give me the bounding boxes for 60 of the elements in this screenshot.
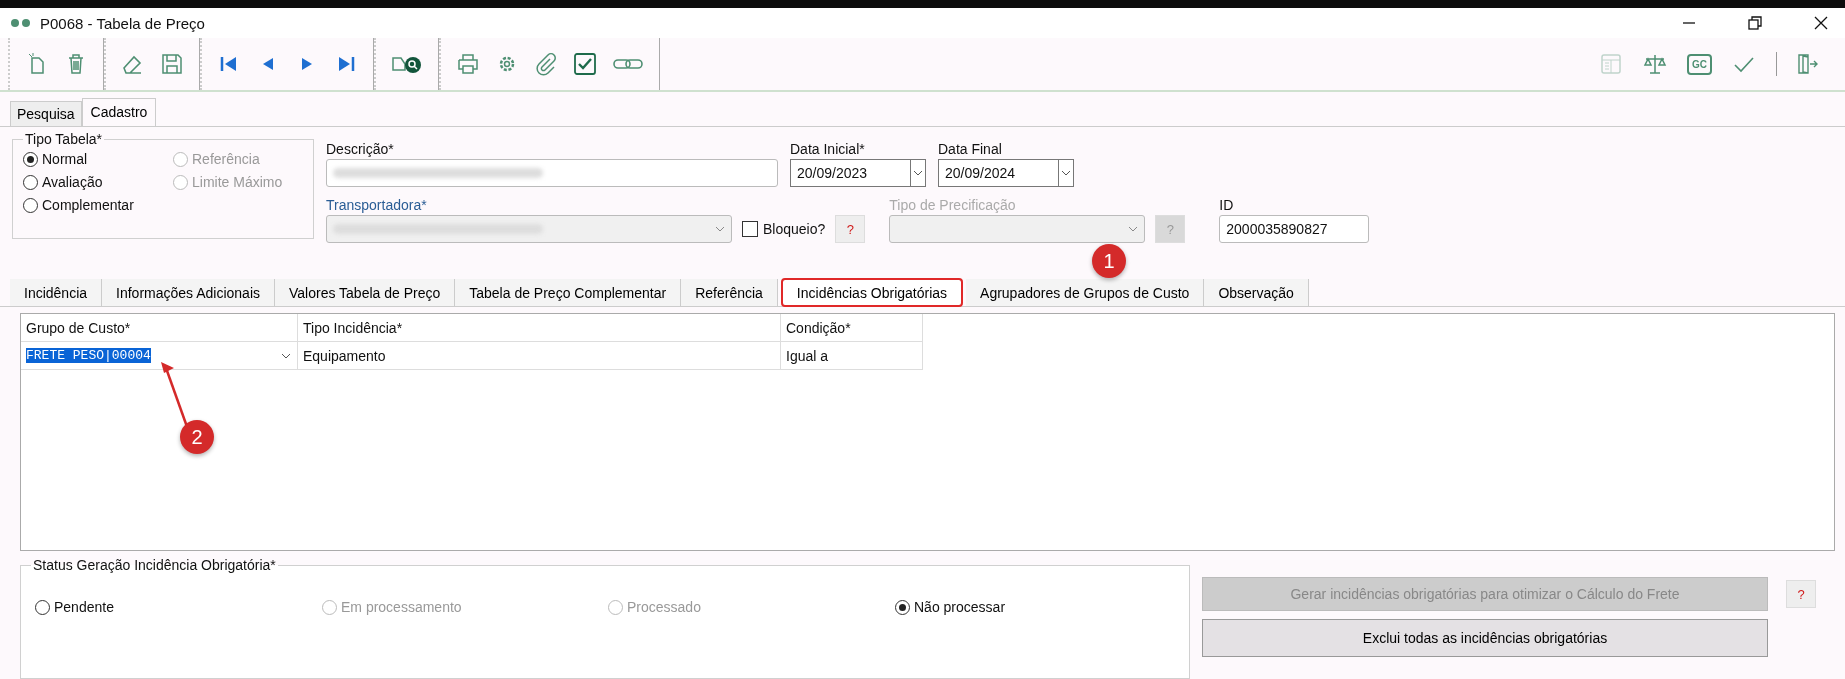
table-cell: Igual a [781, 342, 923, 370]
chevron-down-icon[interactable] [913, 170, 923, 176]
tab[interactable]: Tabela de Preço Complementar [455, 279, 682, 306]
field-label: Data Inicial* [790, 141, 866, 157]
radio-label: Referência [192, 151, 260, 167]
close-icon[interactable] [1813, 15, 1829, 31]
chevron-down-icon[interactable] [281, 352, 291, 359]
tab[interactable]: Observação [1204, 279, 1309, 306]
chevron-down-icon[interactable] [1061, 170, 1071, 176]
radio-label: Processado [627, 599, 701, 615]
window-title: P0068 - Tabela de Preço [40, 14, 205, 32]
main-tab[interactable]: Cadastro [81, 98, 157, 126]
tab[interactable]: Incidências Obrigatórias [781, 279, 963, 306]
save-icon[interactable] [160, 52, 184, 76]
scale-icon[interactable] [1643, 52, 1667, 76]
field-label: Descrição* [326, 141, 395, 157]
radio-label: Avaliação [42, 174, 103, 190]
tab[interactable]: Valores Tabela de Preço [275, 279, 456, 306]
paperclip-icon[interactable] [534, 52, 558, 76]
help-button[interactable]: ? [835, 215, 866, 243]
cost-group-dropdown[interactable]: FRETE PESO|00004 [21, 342, 298, 370]
checkbox-icon[interactable] [573, 52, 597, 76]
action-button[interactable]: Exclui todas as incidências obrigatórias [1202, 619, 1768, 657]
radio-button[interactable] [23, 151, 38, 167]
radio-label: Normal [42, 151, 88, 167]
column-header: Grupo de Custo* [21, 314, 298, 342]
group-title: Tipo Tabela* [24, 131, 104, 147]
table-cell: Equipamento [298, 342, 781, 370]
radio-label: Complementar [42, 197, 134, 213]
field-label: ID [1219, 197, 1235, 213]
radio-button[interactable] [895, 599, 910, 615]
description-field[interactable] [326, 159, 778, 187]
date-field[interactable]: 20/09/2023 [790, 159, 926, 187]
radio-button[interactable] [23, 174, 38, 190]
app-logo-icon [10, 18, 32, 28]
radio-label: Em processamento [341, 599, 462, 615]
radio-button[interactable] [23, 197, 38, 213]
tab[interactable]: Informações Adicionais [102, 279, 275, 306]
radio-label: Limite Máximo [192, 174, 283, 190]
field-label: Data Final [938, 141, 1003, 157]
id-field[interactable]: 2000035890827 [1219, 215, 1370, 243]
group-title: Status Geração Incidência Obrigatória* [32, 557, 277, 573]
tab[interactable]: Incidência [10, 279, 103, 306]
radio-label: Pendente [54, 599, 114, 615]
field-label: Tipo de Precificação [889, 197, 1017, 213]
main-tab[interactable]: Pesquisa [10, 101, 82, 126]
column-header: Condição* [781, 314, 923, 342]
printer-icon[interactable] [456, 52, 480, 76]
radio-button[interactable] [35, 599, 50, 615]
tab[interactable]: Referência [681, 279, 778, 306]
date-field[interactable]: 20/09/2024 [938, 159, 1074, 187]
gc-button[interactable]: GC [1687, 53, 1712, 75]
chevron-down-icon[interactable] [1128, 226, 1139, 232]
callout-badge: 1 [1092, 244, 1126, 278]
restore-icon[interactable] [1747, 15, 1763, 31]
bloqueio-checkbox[interactable]: Bloqueio? [742, 215, 826, 243]
column-header: Tipo Incidência* [298, 314, 781, 342]
field-label: Transportadora* [326, 197, 428, 213]
tab[interactable]: Agrupadores de Grupos de Custo [966, 279, 1205, 306]
radio-label: Não processar [914, 599, 1006, 615]
